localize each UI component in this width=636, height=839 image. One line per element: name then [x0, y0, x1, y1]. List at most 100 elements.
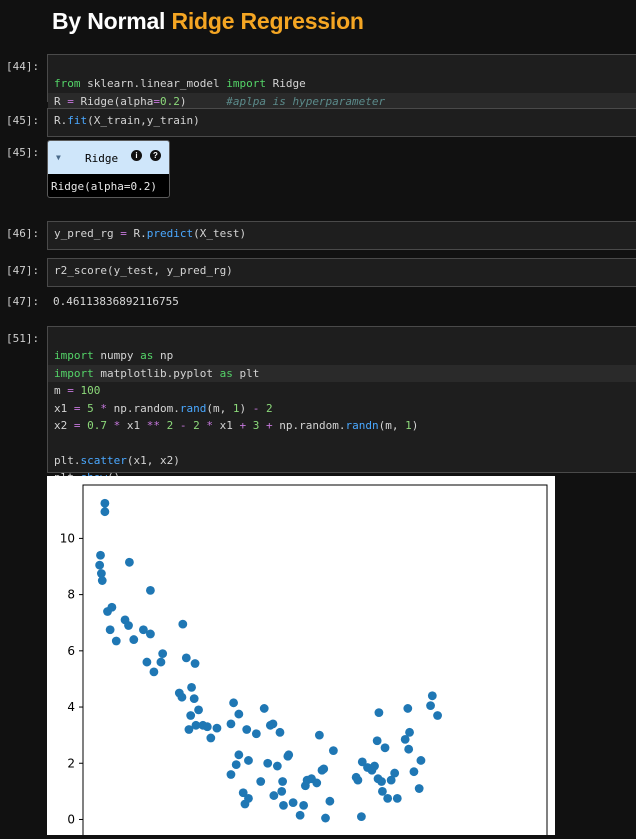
scatter-point — [427, 691, 437, 701]
code-line: import matplotlib.pyplot as plt — [48, 364, 636, 383]
code-cell-44[interactable]: from sklearn.linear_model import Ridge R … — [47, 54, 636, 111]
scatter-point — [187, 682, 196, 692]
operator: ** — [140, 419, 160, 433]
scatter-point — [404, 744, 414, 754]
section-heading: By Normal Ridge Regression — [52, 8, 364, 35]
scatter-point — [279, 801, 288, 810]
info-icon[interactable]: i — [131, 150, 142, 161]
scatter-point — [272, 761, 282, 771]
scatter-point — [158, 649, 168, 659]
function: randn — [345, 419, 379, 433]
scatter-point — [142, 657, 152, 667]
scatter-point — [156, 657, 166, 667]
scatter-point — [372, 736, 382, 746]
code-cell-51[interactable]: import numpy as np import matplotlib.pypl… — [47, 326, 636, 484]
scatter-point — [96, 550, 105, 560]
scatter-point — [383, 793, 393, 803]
code-cell-47[interactable]: r2_score(y_test, y_pred_rg) — [47, 258, 636, 287]
scatter-point — [325, 796, 335, 806]
code-text: x1 — [54, 401, 74, 415]
operator: * — [199, 419, 213, 433]
scatter-point — [433, 711, 442, 720]
operator: * — [107, 419, 121, 433]
code-cell-46[interactable]: y_pred_rg = R.predict(X_test) — [47, 221, 636, 250]
function: predict — [146, 227, 194, 240]
cell-prompt-47: [47]: — [6, 264, 40, 277]
code-text: np.random. — [107, 401, 180, 415]
output-prompt-47: [47]: — [6, 295, 40, 308]
code-text: R. — [126, 227, 147, 240]
expand-triangle-icon[interactable]: ▼ — [56, 153, 61, 162]
code-text: matplotlib.pyplot — [93, 366, 220, 380]
scatter-point — [403, 704, 413, 713]
scatter-point — [299, 801, 309, 810]
function: rand — [179, 401, 207, 415]
scatter-point — [107, 602, 117, 612]
number: 0.7 — [80, 419, 107, 433]
scatter-point — [328, 746, 338, 756]
code-line: x1 = 5 * np.random.rand(m, 1) - 2 — [54, 400, 636, 417]
y-tick-label: 4 — [67, 700, 75, 714]
scatter-point — [226, 770, 236, 779]
scatter-point — [295, 810, 305, 820]
scatter-point — [231, 760, 241, 770]
code-line: import numpy as np — [54, 347, 636, 364]
scatter-point — [95, 560, 105, 570]
cell-prompt-51: [51]: — [6, 332, 40, 345]
operator: + — [259, 419, 273, 433]
code-text: (X_train,y_train) — [87, 114, 200, 127]
estimator-widget[interactable]: ▼ Ridge i ? Ridge(alpha=0.2) — [47, 140, 170, 198]
operator: * — [93, 401, 107, 415]
code-text: (X_test) — [193, 227, 247, 240]
operator: - — [246, 401, 260, 415]
y-tick-label: 2 — [67, 756, 75, 770]
code-cell-45[interactable]: R.fit(X_train,y_train) — [47, 108, 636, 137]
scatter-point — [392, 793, 402, 803]
scatter-point — [244, 793, 253, 803]
operator: = — [67, 384, 74, 398]
estimator-header[interactable]: ▼ Ridge i ? — [48, 141, 169, 174]
operator: = — [153, 94, 160, 108]
help-icon[interactable]: ? — [150, 150, 161, 161]
scatter-point — [194, 705, 203, 715]
keyword: import — [54, 349, 94, 363]
number: 5 — [80, 401, 94, 415]
scatter-point — [229, 698, 238, 708]
code-text: (x1, x2) — [126, 453, 180, 467]
heading-accent: Ridge Regression — [171, 8, 364, 34]
scatter-point — [242, 725, 252, 734]
scatter-point — [146, 629, 155, 639]
operator: = — [120, 227, 127, 240]
scatter-point — [125, 557, 134, 567]
scatter-point — [177, 692, 187, 702]
keyword: as — [140, 349, 154, 363]
code-line: y_pred_rg = R.predict(X_test) — [54, 225, 636, 242]
number: 2 — [160, 419, 174, 433]
operator: + — [232, 419, 247, 433]
keyword: import — [54, 366, 94, 380]
estimator-name: Ridge — [85, 152, 119, 165]
y-tick-label: 6 — [67, 644, 75, 658]
scatter-point — [321, 813, 330, 823]
scatter-point — [409, 767, 419, 777]
code-text: plt. — [54, 453, 81, 467]
scatter-point — [390, 768, 400, 778]
scatter-point — [178, 619, 188, 629]
number: 3 — [246, 419, 260, 433]
code-text: plt — [232, 366, 260, 380]
scatter-point — [105, 625, 115, 635]
code-text: x1 — [120, 419, 141, 433]
scatter-point — [212, 723, 222, 733]
scatter-point — [226, 719, 236, 729]
code-text: R — [54, 94, 68, 108]
scatter-point — [244, 756, 253, 765]
comment: #aplpa is hyperparameter — [186, 94, 386, 108]
code-line: from sklearn.linear_model import Ridge — [54, 75, 636, 92]
y-tick-label: 0 — [67, 812, 75, 826]
code-line: r2_score(y_test, y_pred_rg) — [54, 264, 233, 277]
code-text: R. — [54, 114, 68, 127]
code-text: Ridge — [265, 77, 306, 91]
scatter-point — [111, 636, 121, 646]
scatter-point — [416, 756, 426, 765]
